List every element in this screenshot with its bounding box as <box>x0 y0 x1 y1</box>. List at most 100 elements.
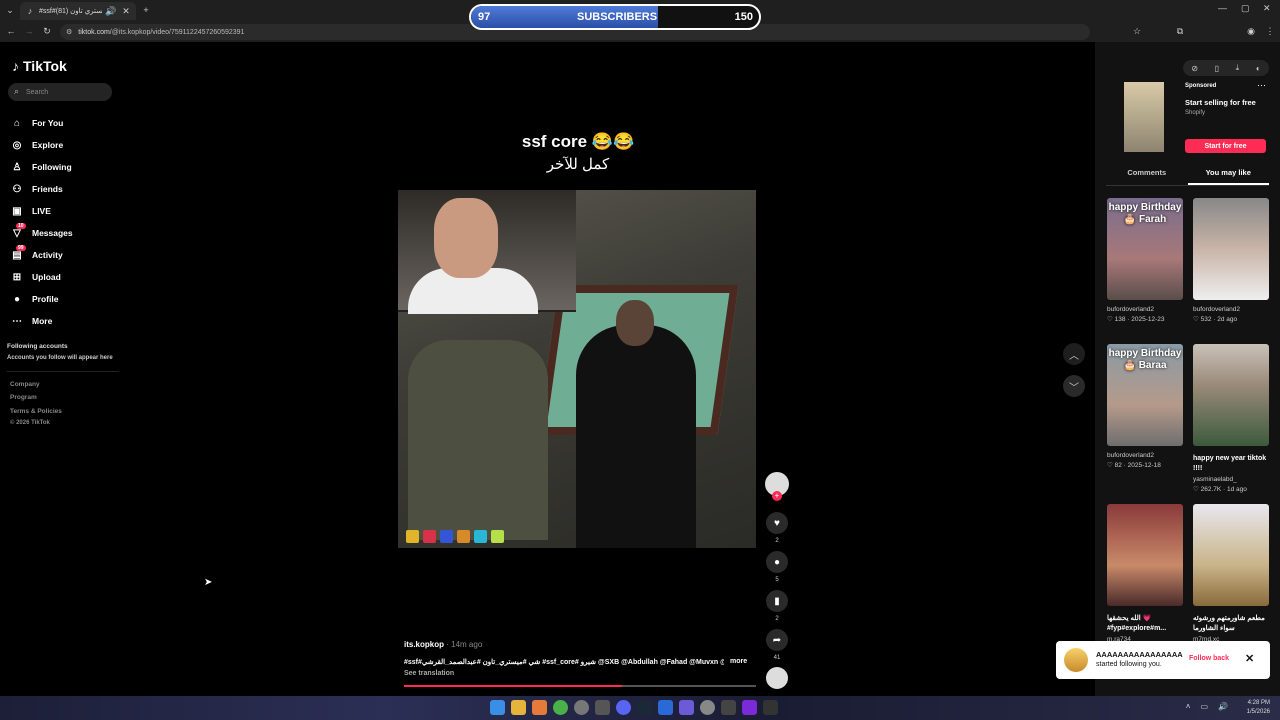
app-icon[interactable] <box>595 700 610 715</box>
ad-thumbnail[interactable] <box>1124 82 1164 152</box>
footer-program[interactable]: Program <box>10 394 37 401</box>
footer-terms[interactable]: Terms & Policies <box>10 408 62 415</box>
video-title[interactable]: الله يحشقها 💗 #fyp#explore#m... <box>1107 614 1183 634</box>
new-tab-icon[interactable]: + <box>140 4 152 16</box>
minimize-icon[interactable]: — <box>1218 3 1227 13</box>
video-username[interactable]: bufordoverland2 <box>1107 306 1183 313</box>
browser-tab[interactable]: ♪ #ssf#شي #ميستري تاون (81) 🔊 ✕ <box>20 2 136 20</box>
audio-icon[interactable]: 🔊 <box>105 5 117 17</box>
sidebar-item-live[interactable]: ▣ LIVE <box>10 200 73 222</box>
video-title[interactable]: happy new year tiktok !!!! <box>1193 454 1269 474</box>
sidebar-item-friends[interactable]: ⚇ Friends <box>10 178 73 200</box>
app-icon[interactable] <box>532 700 547 715</box>
sidebar-item-messages[interactable]: ▽ 10 Messages <box>10 222 73 244</box>
video-card[interactable]: الله يحشقها 💗 #fyp#explore#m... m.ra734 <box>1107 504 1183 643</box>
tab-comments[interactable]: Comments <box>1106 168 1188 185</box>
video-username[interactable]: bufordoverland2 <box>1107 452 1183 459</box>
share-button[interactable]: ➦ 41 <box>762 629 792 661</box>
start-for-free-button[interactable]: Start for free <box>1185 139 1266 153</box>
sidebar-item-explore[interactable]: ◎ Explore <box>10 134 73 156</box>
file-explorer-icon[interactable] <box>511 700 526 715</box>
video-caption-subtitle: كمل للآخر <box>546 156 610 173</box>
tiktok-logo[interactable]: ♪ TikTok <box>12 58 67 74</box>
close-icon[interactable]: ✕ <box>1245 652 1254 665</box>
footer-company[interactable]: Company <box>10 381 40 388</box>
video-thumbnail[interactable] <box>1107 504 1183 606</box>
download-icon[interactable]: ⤓ <box>1236 63 1240 73</box>
previous-video-button[interactable]: ︿ <box>1063 343 1085 365</box>
video-progress-bar[interactable] <box>404 685 756 687</box>
close-tab-icon[interactable]: ✕ <box>120 5 132 17</box>
video-card[interactable]: happy Birthday 🎂 Farah bufordoverland2 ♡ 1… <box>1107 198 1183 323</box>
chrome-icon[interactable] <box>553 700 568 715</box>
chevron-up-icon[interactable]: ˄ <box>1186 702 1191 711</box>
extensions-icon[interactable]: ⧉ <box>1174 25 1186 37</box>
creator-avatar[interactable]: + <box>762 472 792 501</box>
app-icon[interactable] <box>721 700 736 715</box>
video-player[interactable] <box>398 190 756 548</box>
tab-list-icon[interactable]: ⌄ <box>4 4 16 16</box>
follow-plus-icon[interactable]: + <box>772 491 782 501</box>
like-button[interactable]: ♥ 2 <box>762 512 792 544</box>
device-icon[interactable]: ▯ <box>1215 64 1219 73</box>
ad-more-icon[interactable]: ⋯ <box>1257 80 1266 91</box>
author-name[interactable]: its.kopkop <box>404 640 444 649</box>
follow-back-button[interactable]: Follow back <box>1189 655 1229 662</box>
app-icon[interactable] <box>658 700 673 715</box>
taskbar: ˄ ▭ 🔊 4:28 PM 1/5/2026 <box>0 696 1280 720</box>
forward-icon[interactable]: → <box>23 25 35 37</box>
video-card[interactable]: مطعم شاورمتهم ورشوئه سواء الشاورما m7md.x… <box>1193 504 1269 643</box>
maximize-icon[interactable]: ▢ <box>1241 3 1250 14</box>
comment-button[interactable]: ● 5 <box>762 551 792 583</box>
app-icon[interactable] <box>679 700 694 715</box>
more-link[interactable]: more <box>730 658 747 665</box>
profile-icon[interactable]: ◐ <box>1256 64 1261 73</box>
video-thumbnail[interactable] <box>1193 504 1269 606</box>
see-translation-link[interactable]: See translation <box>404 670 454 677</box>
video-author[interactable]: its.kopkop · 14m ago <box>404 640 482 649</box>
video-card[interactable]: bufordoverland2 ♡ 532 · 2d ago <box>1193 198 1269 323</box>
app-icon[interactable] <box>700 700 715 715</box>
sidebar-item-following[interactable]: ♙ Following <box>10 156 73 178</box>
next-video-button[interactable]: ﹀ <box>1063 375 1085 397</box>
app-icon[interactable] <box>742 700 757 715</box>
discord-icon[interactable] <box>616 700 631 715</box>
profile-avatar-icon[interactable]: ◉ <box>1245 25 1257 37</box>
close-window-icon[interactable]: ✕ <box>1263 3 1271 14</box>
reload-icon[interactable]: ↻ <box>41 25 53 37</box>
back-icon[interactable]: ← <box>5 25 17 37</box>
compass-icon[interactable]: ⊘ <box>1191 64 1198 73</box>
clock[interactable]: 4:28 PM 1/5/2026 <box>1247 699 1270 717</box>
search-icon: ⌕ <box>14 86 20 96</box>
volume-icon[interactable]: 🔊 <box>1218 702 1228 711</box>
music-disc[interactable] <box>762 667 792 689</box>
sidebar-item-profile[interactable]: ● Profile <box>10 288 73 310</box>
app-icon[interactable] <box>574 700 589 715</box>
save-button[interactable]: ▮ 2 <box>762 590 792 622</box>
network-icon[interactable]: ▭ <box>1200 702 1208 711</box>
video-card[interactable]: happy Birthday 🎂 Baraa bufordoverland2 ♡ 8… <box>1107 344 1183 469</box>
video-username[interactable]: yasminaelabd_ <box>1193 476 1269 483</box>
bookmark-star-icon[interactable]: ☆ <box>1131 25 1143 37</box>
video-thumbnail[interactable] <box>1193 198 1269 300</box>
video-card[interactable]: happy new year tiktok !!!! yasminaelabd_ ♡… <box>1193 344 1269 493</box>
sidebar-item-activity[interactable]: ▤ 99 Activity <box>10 244 73 266</box>
video-thumbnail[interactable]: happy Birthday 🎂 Baraa <box>1107 344 1183 446</box>
video-thumbnail[interactable] <box>1193 344 1269 446</box>
video-username[interactable]: bufordoverland2 <box>1193 306 1269 313</box>
follower-name[interactable]: AAAAAAAAAAAAAAAA <box>1096 650 1183 659</box>
character-head-image <box>616 300 654 346</box>
start-icon[interactable] <box>490 700 505 715</box>
app-icon[interactable] <box>763 700 778 715</box>
sidebar-item-upload[interactable]: ⊞ Upload <box>10 266 73 288</box>
video-title[interactable]: مطعم شاورمتهم ورشوئه سواء الشاورما <box>1193 614 1269 634</box>
search-input[interactable]: ⌕ Search <box>8 83 112 101</box>
tab-you-may-like[interactable]: You may like <box>1187 168 1269 185</box>
site-info-icon[interactable]: ⚙ <box>66 28 72 36</box>
video-thumbnail[interactable]: happy Birthday 🎂 Farah <box>1107 198 1183 300</box>
video-meta: ♡ 82 · 2025-12-18 <box>1107 461 1183 469</box>
sidebar-item-for-you[interactable]: ⌂ For You <box>10 112 73 134</box>
sidebar-item-more[interactable]: ⋯ More <box>10 310 73 332</box>
steam-icon[interactable] <box>637 700 652 715</box>
menu-icon[interactable]: ⋮ <box>1264 25 1276 37</box>
